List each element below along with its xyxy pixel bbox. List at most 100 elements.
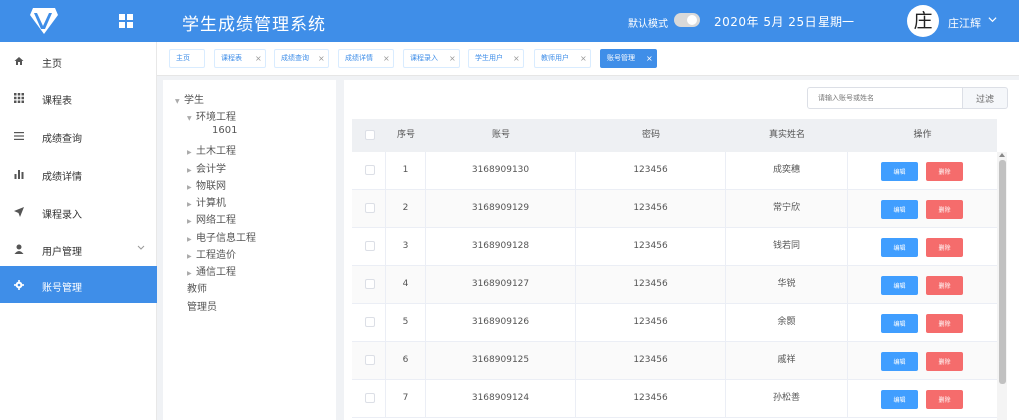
tree-node-label: 环境工程 (196, 112, 236, 123)
tree-node-label: 网络工程 (196, 215, 236, 226)
tab-teacher-users[interactable]: 教师用户 × (534, 49, 591, 68)
sidebar-item-course-entry[interactable]: 课程录入 (0, 193, 157, 230)
row-checkbox[interactable] (365, 317, 375, 327)
edit-button[interactable]: 编辑 (881, 314, 918, 333)
top-header: 学生成绩管理系统 默认模式 2020年 5月 25日 星期一 庄 庄江辉 (0, 0, 1019, 42)
cell-account: 3168909125 (426, 342, 576, 379)
cell-account: 3168909127 (426, 266, 576, 303)
cell-account: 3168909124 (426, 380, 576, 417)
checkbox-cell (352, 304, 386, 341)
delete-button[interactable]: 删除 (926, 162, 963, 181)
theme-mode-label: 默认模式 (628, 19, 668, 30)
cell-account: 3168909128 (426, 228, 576, 265)
edit-button[interactable]: 编辑 (881, 352, 918, 371)
sidebar-item-score-query[interactable]: 成绩查询 (0, 117, 157, 154)
list-icon (14, 132, 24, 140)
sidebar-item-label: 主页 (42, 59, 62, 70)
cell-no: 2 (386, 190, 426, 227)
caret-right-icon: ▶ (187, 253, 192, 260)
tree-node-accounting[interactable]: ▶ 会计学 (187, 160, 226, 175)
tree-node-students[interactable]: ▼ 学生 (175, 91, 204, 106)
edit-button[interactable]: 编辑 (881, 276, 918, 295)
tab-score-detail[interactable]: 成绩详情 × (338, 49, 394, 68)
row-checkbox[interactable] (365, 393, 375, 403)
cell-account: 3168909129 (426, 190, 576, 227)
sidebar-item-label: 课程表 (42, 96, 72, 107)
sidebar-item-label: 用户管理 (42, 247, 82, 258)
tab-label: 教师用户 (541, 54, 569, 62)
tree-node-electronics[interactable]: ▶ 电子信息工程 (187, 229, 256, 244)
edit-button[interactable]: 编辑 (881, 238, 918, 257)
select-all-checkbox[interactable] (365, 130, 375, 140)
apps-grid-icon[interactable] (118, 13, 134, 29)
tree-node-computer[interactable]: ▶ 计算机 (187, 194, 226, 209)
row-checkbox[interactable] (365, 279, 375, 289)
sidebar-item-account-management[interactable]: 账号管理 (0, 266, 157, 303)
cell-real-name: 孙松善 (726, 380, 848, 417)
tree-node-environment[interactable]: ▼ 环境工程 (187, 108, 236, 123)
close-icon[interactable]: × (318, 50, 325, 67)
tree-node-teachers[interactable]: 教师 (187, 280, 207, 295)
column-header-password: 密码 (641, 130, 660, 140)
cell-account: 3168909130 (426, 152, 576, 189)
table-row: 7 3168909124 123456 孙松善 编辑 删除 (352, 380, 997, 418)
table-row: 2 3168909129 123456 常宁欣 编辑 删除 (352, 190, 997, 228)
edit-button[interactable]: 编辑 (881, 162, 918, 181)
tab-account-management[interactable]: 账号管理 × (600, 49, 657, 68)
tree-node-communication[interactable]: ▶ 通信工程 (187, 263, 236, 278)
sidebar-item-score-detail[interactable]: 成绩详情 (0, 155, 157, 192)
tree-node-network[interactable]: ▶ 网络工程 (187, 211, 236, 226)
column-header-name: 真实姓名 (768, 130, 805, 140)
close-icon[interactable]: × (255, 50, 262, 67)
tree-node-admins[interactable]: 管理员 (187, 298, 217, 313)
sidebar-item-timetable[interactable]: 课程表 (0, 79, 157, 116)
tree-node-1601[interactable]: 1601 (212, 125, 237, 136)
row-checkbox[interactable] (365, 203, 375, 213)
search-input[interactable] (807, 87, 963, 109)
sidebar-item-label: 成绩详情 (42, 172, 82, 183)
filter-button[interactable]: 过滤 (962, 87, 1008, 109)
delete-button[interactable]: 删除 (926, 390, 963, 409)
tab-score-query[interactable]: 成绩查询 × (274, 49, 329, 68)
sidebar-item-user-management[interactable]: 用户管理 (0, 230, 157, 267)
delete-button[interactable]: 删除 (926, 276, 963, 295)
table-row: 6 3168909125 123456 戚祥 编辑 删除 (352, 342, 997, 380)
tab-student-users[interactable]: 学生用户 × (468, 49, 524, 68)
scroll-up-arrow-icon[interactable] (999, 153, 1005, 157)
edit-button[interactable]: 编辑 (881, 200, 918, 219)
tree-node-civil[interactable]: ▶ 土木工程 (187, 142, 236, 157)
cell-no: 5 (386, 304, 426, 341)
close-icon[interactable]: × (646, 50, 653, 67)
close-icon[interactable]: × (449, 50, 456, 67)
delete-button[interactable]: 删除 (926, 238, 963, 257)
cell-real-name: 戚祥 (726, 342, 848, 379)
row-checkbox[interactable] (365, 241, 375, 251)
caret-right-icon: ▶ (187, 167, 192, 174)
chevron-down-icon[interactable] (988, 15, 997, 24)
edit-button[interactable]: 编辑 (881, 390, 918, 409)
checkbox-cell (352, 342, 386, 379)
cell-actions (848, 152, 997, 189)
caret-down-icon: ▼ (187, 115, 192, 122)
tab-home[interactable]: 主页 (169, 49, 205, 68)
row-checkbox[interactable] (365, 355, 375, 365)
tab-course-entry[interactable]: 课程录入 × (403, 49, 460, 68)
delete-button[interactable]: 删除 (926, 314, 963, 333)
sidebar-item-home[interactable]: 主页 (0, 42, 157, 79)
delete-button[interactable]: 删除 (926, 200, 963, 219)
cell-password: 123456 (576, 266, 726, 303)
theme-mode-toggle[interactable] (674, 13, 700, 27)
close-icon[interactable]: × (513, 50, 520, 67)
username-dropdown[interactable]: 庄江辉 (948, 15, 981, 31)
delete-button[interactable]: 删除 (926, 352, 963, 371)
tree-node-iot[interactable]: ▶ 物联网 (187, 177, 226, 192)
close-icon[interactable]: × (580, 50, 587, 67)
scrollbar-thumb[interactable] (999, 160, 1006, 384)
row-checkbox[interactable] (365, 165, 375, 175)
cell-no: 1 (386, 152, 426, 189)
user-avatar[interactable]: 庄 (907, 5, 939, 37)
tab-timetable[interactable]: 课程表 × (214, 49, 266, 68)
close-icon[interactable]: × (383, 50, 390, 67)
tree-node-cost[interactable]: ▶ 工程造价 (187, 246, 236, 261)
checkbox-cell (352, 228, 386, 265)
